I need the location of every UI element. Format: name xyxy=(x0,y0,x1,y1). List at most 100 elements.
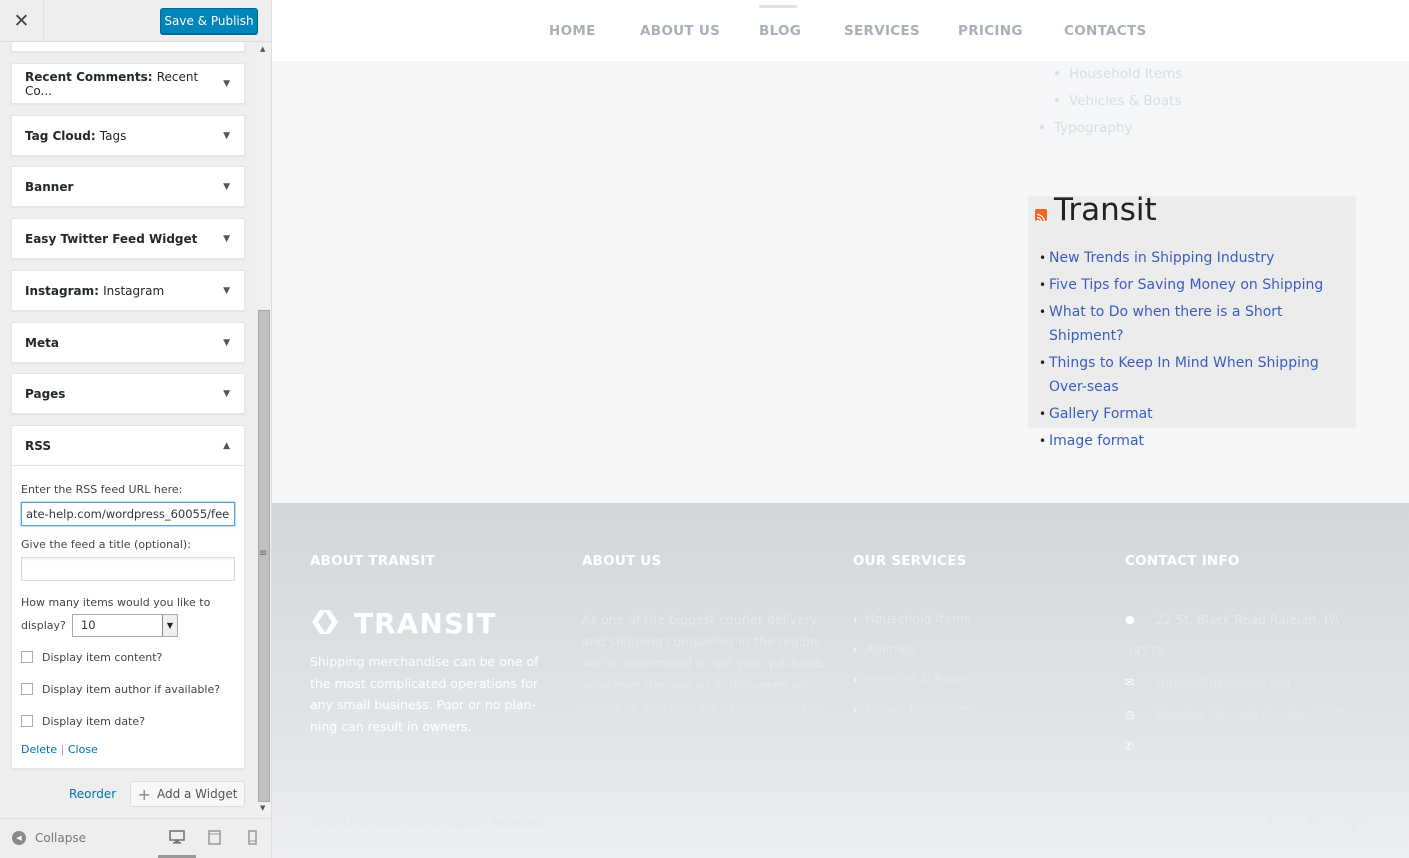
scroll-down-icon[interactable]: ▼ xyxy=(260,804,265,812)
widget-header[interactable]: Instagram: Instagram ▼ xyxy=(12,271,244,310)
expand-arrow-icon[interactable]: ▼ xyxy=(223,182,230,192)
widget-twitter-feed[interactable]: Easy Twitter Feed Widget ▼ xyxy=(11,218,245,259)
about-us-text: As one of the biggest courier delivery xyxy=(582,612,818,627)
widget-pages[interactable]: Pages ▼ xyxy=(11,373,245,414)
widget-header[interactable]: Easy Twitter Feed Widget ▼ xyxy=(12,219,244,258)
nav-services[interactable]: SERVICES xyxy=(844,23,920,39)
widget-header[interactable]: Banner ▼ xyxy=(12,167,244,206)
expand-arrow-icon[interactable]: ▼ xyxy=(223,131,230,141)
feed-link[interactable]: Things to Keep In Mind When Shipping Ove… xyxy=(1049,355,1319,395)
contact-phone[interactable]: Call us now:(617) 242-8181 xyxy=(1156,739,1329,754)
phone-icon: ✆ xyxy=(1125,740,1135,753)
contact-address: 22 St. Black Road Raleigh, PA xyxy=(1156,612,1340,627)
close-link[interactable]: Close xyxy=(68,743,98,756)
feed-link[interactable]: Gallery Format xyxy=(1049,406,1153,422)
widget-banner[interactable]: Banner ▼ xyxy=(11,166,245,207)
google-plus-icon[interactable]: g+ xyxy=(1350,816,1368,830)
nav-pricing[interactable]: PRICING xyxy=(958,23,1023,39)
add-widget-button[interactable]: + Add a Widget xyxy=(130,781,245,807)
widget-header[interactable]: Pages ▼ xyxy=(12,374,244,413)
feed-title-input[interactable] xyxy=(21,557,235,581)
feed-url-input[interactable] xyxy=(21,502,235,526)
sidebar-header: ✕ Save & Publish xyxy=(0,0,271,42)
collapse-arrow-icon: ◀ xyxy=(12,831,26,845)
service-link[interactable]: › Heavy Equipment xyxy=(853,701,977,716)
widget-header[interactable]: Meta ▼ xyxy=(12,323,244,362)
scroll-up-icon[interactable]: ▲ xyxy=(260,45,265,53)
service-label: Heavy Equipment xyxy=(865,701,977,716)
collapse-arrow-icon[interactable]: ▲ xyxy=(223,441,230,451)
widget-name: Instagram xyxy=(25,283,95,298)
bullet-icon: • xyxy=(1053,93,1061,109)
widget-header[interactable]: Recent Comments: Recent Co... ▼ xyxy=(12,64,244,103)
nav-about-us[interactable]: ABOUT US xyxy=(640,23,720,39)
item-date-checkbox[interactable] xyxy=(21,715,33,727)
widget-rss[interactable]: RSS ▲ Enter the RSS feed URL here: Give … xyxy=(11,425,245,769)
item-count-value: 10 xyxy=(80,618,96,632)
feed-link[interactable]: Image format xyxy=(1049,433,1144,449)
site-preview: HOME ABOUT US BLOG SERVICES PRICING CONT… xyxy=(272,0,1409,858)
category-item[interactable]: • Household Items xyxy=(1053,66,1182,82)
feed-title-label: Give the feed a title (optional): xyxy=(21,538,191,551)
grip-icon: ≡ xyxy=(259,548,268,559)
footer-heading: ABOUT TRANSIT xyxy=(310,553,435,569)
collapse-button[interactable]: ◀ Collapse xyxy=(12,831,86,845)
feed-link[interactable]: Five Tips for Saving Money on Shipping xyxy=(1049,277,1323,293)
footer-heading: OUR SERVICES xyxy=(853,553,967,569)
footer-logo[interactable]: TRANSIT xyxy=(310,607,496,640)
widget-name: Banner xyxy=(25,179,74,194)
customizer-sidebar: Recent Comments: Recent Co... ▼ Tag Clou… xyxy=(0,0,272,858)
item-author-checkbox[interactable] xyxy=(21,683,33,695)
service-link[interactable]: › Household Items xyxy=(853,611,971,626)
twitter-icon[interactable]: t xyxy=(1310,816,1315,830)
category-item[interactable]: • Typography xyxy=(1038,120,1132,136)
close-icon[interactable]: ✕ xyxy=(0,0,44,42)
rss-icon[interactable] xyxy=(1035,209,1047,223)
reorder-link[interactable]: Reorder xyxy=(69,787,116,801)
about-us-text: whatever the size of it, delivered on xyxy=(582,677,808,692)
list-item: New Trends in Shipping Industry xyxy=(1039,246,1351,270)
chevron-down-icon[interactable]: ▼ xyxy=(161,615,177,636)
mobile-icon[interactable] xyxy=(248,830,257,845)
feed-link[interactable]: New Trends in Shipping Industry xyxy=(1049,250,1274,266)
contact-email[interactable]: transit@demolink.org xyxy=(1156,675,1291,690)
rss-feed-title[interactable]: Transit xyxy=(1054,192,1157,228)
sidebar-footer: ◀ Collapse xyxy=(0,818,271,858)
widget-name: Meta xyxy=(25,335,59,350)
item-count-select[interactable]: 10 ▼ xyxy=(71,614,178,637)
category-item[interactable]: • Vehicles & Boats xyxy=(1053,93,1182,109)
feed-link[interactable]: What to Do when there is a Short Shipmen… xyxy=(1049,304,1283,344)
widget-header[interactable]: RSS ▲ xyxy=(12,426,244,465)
widget-instagram[interactable]: Instagram: Instagram ▼ xyxy=(11,270,245,311)
desktop-icon[interactable] xyxy=(169,830,185,845)
expand-arrow-icon[interactable]: ▼ xyxy=(223,286,230,296)
widget-header[interactable]: Tag Cloud: Tags ▼ xyxy=(12,116,244,155)
widget-recent-comments[interactable]: Recent Comments: Recent Co... ▼ xyxy=(11,63,245,104)
widget-partial[interactable] xyxy=(11,42,245,52)
item-date-label: Display item date? xyxy=(42,714,146,728)
chevron-right-icon: › xyxy=(853,643,858,656)
widget-name: Pages xyxy=(25,386,66,401)
nav-contacts[interactable]: CONTACTS xyxy=(1064,23,1147,39)
tablet-icon[interactable] xyxy=(208,830,221,845)
expand-arrow-icon[interactable]: ▼ xyxy=(223,389,230,399)
expand-arrow-icon[interactable]: ▼ xyxy=(223,234,230,244)
service-label: Household Items xyxy=(865,611,971,626)
facebook-icon[interactable]: f xyxy=(1268,816,1272,830)
nav-home[interactable]: HOME xyxy=(549,23,596,39)
nav-blog[interactable]: BLOG xyxy=(759,23,801,39)
about-transit-text: the most complicated operations for xyxy=(310,676,538,691)
link-separator: | xyxy=(57,743,68,756)
service-link[interactable]: › Vehicles & Boats xyxy=(853,671,970,686)
widget-tag-cloud[interactable]: Tag Cloud: Tags ▼ xyxy=(11,115,245,156)
expand-arrow-icon[interactable]: ▼ xyxy=(223,79,230,89)
widget-subtitle: Tags xyxy=(99,128,127,143)
item-content-checkbox[interactable] xyxy=(21,651,33,663)
delete-link[interactable]: Delete xyxy=(21,743,57,756)
check-item-date-row: Display item date? xyxy=(21,705,235,737)
about-us-text: we're determined to get your package, xyxy=(582,655,827,670)
expand-arrow-icon[interactable]: ▼ xyxy=(223,338,230,348)
save-publish-button[interactable]: Save & Publish xyxy=(160,8,258,34)
widget-meta[interactable]: Meta ▼ xyxy=(11,322,245,363)
service-link[interactable]: › Animals xyxy=(853,641,915,656)
